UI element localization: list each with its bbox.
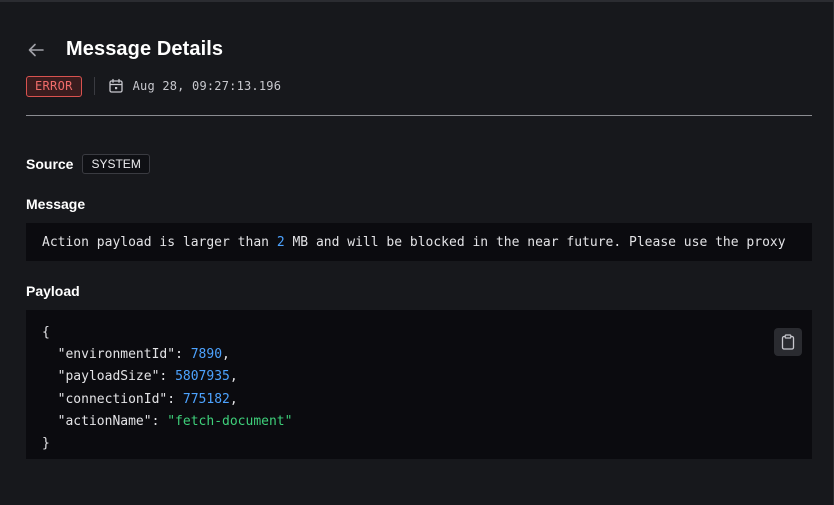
json-line: "environmentId": 7890, <box>57 347 230 363</box>
json-value: 5807935 <box>175 369 230 385</box>
json-open-brace: { <box>42 325 50 340</box>
message-size-number: 2 <box>276 234 285 250</box>
back-arrow-icon[interactable] <box>26 40 46 60</box>
message-text-box: Action payload is larger than 2 MB and w… <box>26 223 812 261</box>
json-close-brace: } <box>42 436 50 452</box>
source-label: Source <box>26 156 74 172</box>
message-text-start: Action payload is larger than <box>42 234 277 250</box>
json-key: "actionName" <box>57 413 152 429</box>
copy-button[interactable] <box>774 328 802 356</box>
header-divider <box>26 115 812 116</box>
message-label: Message <box>26 196 86 212</box>
json-key: "payloadSize" <box>57 369 160 385</box>
source-row: Source SYSTEM <box>26 154 150 174</box>
payload-label: Payload <box>26 283 80 299</box>
message-details-panel: Message Details ERROR Aug 28, 09:27:13.1… <box>0 0 834 505</box>
json-value: "fetch-document" <box>167 413 293 429</box>
timestamp: Aug 28, 09:27:13.196 <box>132 79 282 93</box>
clipboard-icon <box>781 334 795 350</box>
json-key: "environmentId" <box>57 347 176 363</box>
header: Message Details <box>26 38 223 61</box>
page-title: Message Details <box>66 38 224 60</box>
calendar-icon <box>108 78 124 94</box>
json-line: "connectionId": 775182, <box>57 391 238 407</box>
meta-separator <box>93 77 95 95</box>
message-meta: ERROR Aug 28, 09:27:13.196 <box>26 75 281 97</box>
json-value: 7890 <box>190 347 223 363</box>
json-line: "actionName": "fetch-document" <box>57 413 293 429</box>
source-badge: SYSTEM <box>82 154 150 174</box>
level-badge: ERROR <box>26 75 82 97</box>
message-text-end: MB and will be blocked in the near futur… <box>284 234 786 250</box>
json-line: "payloadSize": 5807935, <box>57 369 238 385</box>
payload-code-block: { "environmentId": 7890, "payloadSize": … <box>26 310 812 459</box>
json-key: "connectionId" <box>57 391 168 407</box>
json-value: 775182 <box>182 391 230 407</box>
